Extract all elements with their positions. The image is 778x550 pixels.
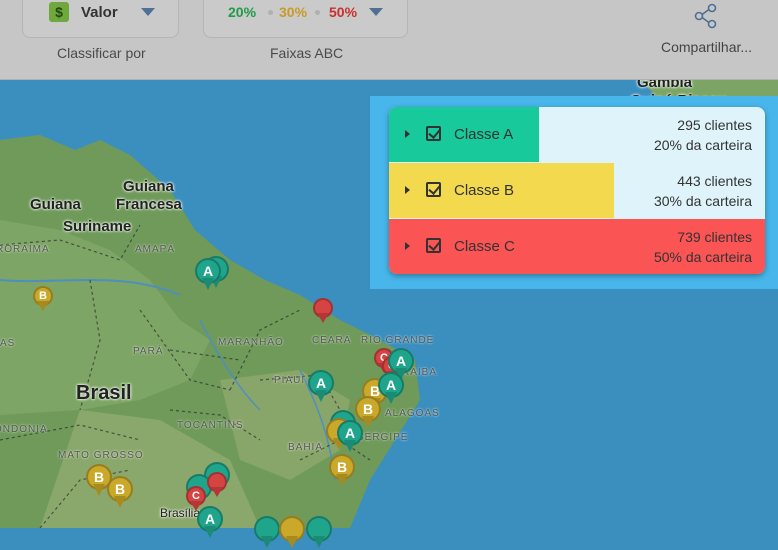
label-francesa: Francesa bbox=[116, 196, 182, 213]
state-sergipe: SERGIPE bbox=[357, 432, 409, 443]
label-brasil: Brasil bbox=[76, 382, 132, 404]
class-b-range: 30% bbox=[279, 4, 308, 20]
sort-selector[interactable]: $ Valor bbox=[22, 0, 179, 38]
map-pin-class-b[interactable]: B bbox=[107, 476, 133, 510]
map-pin-class-a[interactable] bbox=[306, 516, 332, 550]
map-pin-class-c[interactable] bbox=[207, 472, 227, 498]
sort-value: Valor bbox=[81, 4, 118, 21]
state-maranhao: MARANHÃO bbox=[218, 337, 284, 348]
expand-arrow-icon[interactable] bbox=[405, 186, 410, 194]
map-pin-class-a[interactable] bbox=[254, 516, 280, 550]
label-guiana-francesa: Guiana bbox=[30, 196, 81, 213]
expand-arrow-icon[interactable] bbox=[405, 242, 410, 250]
share-label: Compartilhar... bbox=[661, 39, 753, 55]
checkbox-checked-icon[interactable] bbox=[426, 182, 441, 197]
share-button[interactable]: Compartilhar... bbox=[650, 0, 762, 60]
dollar-icon: $ bbox=[49, 2, 69, 22]
state-as: AS bbox=[0, 338, 16, 349]
map-pin-class-b[interactable]: B bbox=[33, 286, 53, 312]
state-rondonia: ÔNDONIA bbox=[0, 424, 48, 435]
map-pin-class-a[interactable]: A bbox=[337, 420, 363, 454]
state-bahia: BAHIA bbox=[288, 442, 324, 453]
toolbar: $ Valor Classificar por 20% 30% 50% Faix… bbox=[0, 0, 778, 80]
class-portfolio-share: 50% da carteira bbox=[653, 249, 752, 265]
class-portfolio-share: 20% da carteira bbox=[653, 137, 752, 153]
class-name: Classe A bbox=[454, 126, 514, 143]
abc-ranges-selector[interactable]: 20% 30% 50% bbox=[203, 0, 408, 38]
label-guiana: Guiana bbox=[123, 178, 174, 195]
sort-label: Classificar por bbox=[57, 45, 146, 61]
state-alagoas: ALAGOAS bbox=[385, 408, 440, 419]
class-client-count: 443 clientes bbox=[677, 173, 752, 189]
map-pin-class-b[interactable] bbox=[279, 516, 305, 550]
state-ceara: CEARÁ bbox=[312, 335, 352, 346]
state-rio-grande: RIO GRANDE bbox=[361, 335, 435, 346]
class-c-share-bar bbox=[389, 219, 765, 274]
separator-dot bbox=[315, 10, 320, 15]
class-name: Classe C bbox=[454, 238, 515, 255]
state-amapa: AMAPÁ bbox=[135, 244, 176, 255]
share-icon bbox=[694, 3, 717, 29]
class-client-count: 295 clientes bbox=[677, 117, 752, 133]
map-pin-class-a[interactable]: A bbox=[195, 258, 221, 292]
class-portfolio-share: 30% da carteira bbox=[653, 193, 752, 209]
map-pin-class-a[interactable]: A bbox=[197, 506, 223, 540]
chevron-down-icon bbox=[141, 8, 155, 16]
abc-legend: Classe A 295 clientes 20% da carteira Cl… bbox=[389, 107, 765, 274]
expand-arrow-icon[interactable] bbox=[405, 130, 410, 138]
state-para: PARÁ bbox=[133, 346, 164, 357]
label-suriname: Suriname bbox=[63, 218, 132, 235]
legend-row-class-b[interactable]: Classe B 443 clientes 30% da carteira bbox=[389, 163, 765, 218]
class-client-count: 739 clientes bbox=[677, 229, 752, 245]
state-tocantins: TOCANTINS bbox=[177, 420, 244, 431]
legend-row-class-a[interactable]: Classe A 295 clientes 20% da carteira bbox=[389, 107, 765, 162]
class-name: Classe B bbox=[454, 182, 515, 199]
map-pin-class-a[interactable]: A bbox=[308, 370, 334, 404]
legend-row-class-c[interactable]: Classe C 739 clientes 50% da carteira bbox=[389, 219, 765, 274]
state-piaui: PIAUÍ bbox=[274, 375, 306, 386]
abc-legend-panel: Classe A 295 clientes 20% da carteira Cl… bbox=[370, 96, 778, 289]
abc-ranges-label: Faixas ABC bbox=[270, 45, 344, 61]
map-pin-class-b[interactable]: B bbox=[329, 454, 355, 488]
label-guiana-francesa-text: Guiana bbox=[30, 196, 81, 213]
chevron-down-icon bbox=[369, 8, 383, 16]
map-pin-class-a[interactable]: A bbox=[378, 372, 404, 406]
class-a-range: 20% bbox=[228, 4, 257, 20]
state-mato-grosso: MATO GROSSO bbox=[58, 450, 144, 461]
separator-dot bbox=[268, 10, 273, 15]
class-c-range: 50% bbox=[329, 4, 358, 20]
map-pin-class-c[interactable] bbox=[313, 298, 333, 324]
state-roraima: RORAIMA bbox=[0, 244, 50, 255]
checkbox-checked-icon[interactable] bbox=[426, 126, 441, 141]
checkbox-checked-icon[interactable] bbox=[426, 238, 441, 253]
